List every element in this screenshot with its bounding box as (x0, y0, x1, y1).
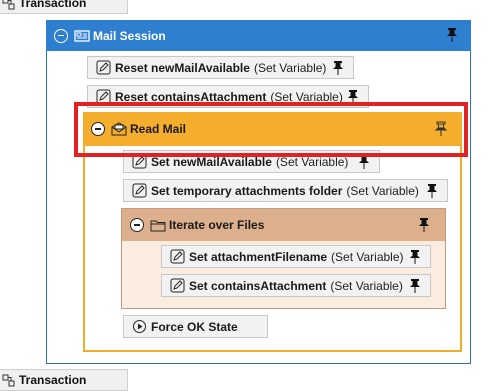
force-ok-state-label: Force OK State (151, 319, 238, 334)
edit-pencil-icon (95, 60, 111, 76)
iterate-over-files-header[interactable]: Iterate over Files (122, 209, 445, 241)
transaction-top-label: Transaction (19, 0, 87, 10)
folder-icon (150, 217, 166, 233)
pin-icon[interactable] (445, 27, 459, 43)
reset-newmailavailable-action[interactable]: Reset newMailAvailable (Set Variable) (87, 56, 354, 79)
action-name: Reset newMailAvailable (115, 60, 250, 75)
pin-icon[interactable] (425, 183, 439, 199)
highlight-box (74, 102, 468, 157)
action-type: (Set Variable) (330, 278, 403, 293)
action-type: (Set Variable) (346, 183, 419, 198)
transaction-top-node[interactable]: Transaction (0, 0, 128, 14)
iterate-over-files-label: Iterate over Files (169, 218, 265, 232)
action-name: Set temporary attachments folder (151, 183, 343, 198)
pin-icon[interactable] (408, 249, 422, 265)
action-type: (Set Variable) (331, 249, 404, 264)
pin-icon[interactable] (408, 278, 422, 294)
transaction-bottom-node[interactable]: Transaction (0, 369, 128, 391)
action-name: Set attachmentFilename (189, 249, 328, 264)
mail-session-header[interactable]: Mail Session (46, 20, 471, 51)
force-ok-state-action[interactable]: Force OK State (123, 315, 268, 338)
edit-pencil-icon (131, 183, 147, 199)
set-containsattachment-action[interactable]: Set containsAttachment (Set Variable) (161, 274, 431, 297)
action-name: Set containsAttachment (189, 278, 327, 293)
action-type: (Set Variable) (253, 60, 327, 75)
mail-session-label: Mail Session (93, 28, 166, 43)
play-circle-icon (131, 319, 147, 335)
collapse-icon[interactable] (130, 218, 144, 232)
set-attachmentfilename-action[interactable]: Set attachmentFilename (Set Variable) (161, 245, 431, 268)
edit-pencil-icon (169, 249, 185, 265)
edit-pencil-icon (169, 278, 185, 294)
pin-icon[interactable] (417, 217, 431, 233)
collapse-icon[interactable] (54, 28, 68, 43)
set-temp-attachments-folder-action[interactable]: Set temporary attachments folder (Set Va… (123, 179, 448, 202)
transaction-bottom-label: Transaction (19, 373, 87, 387)
transaction-icon (1, 0, 15, 10)
mail-session-icon (74, 28, 90, 44)
pin-icon[interactable] (331, 60, 345, 76)
transaction-icon (1, 373, 15, 387)
